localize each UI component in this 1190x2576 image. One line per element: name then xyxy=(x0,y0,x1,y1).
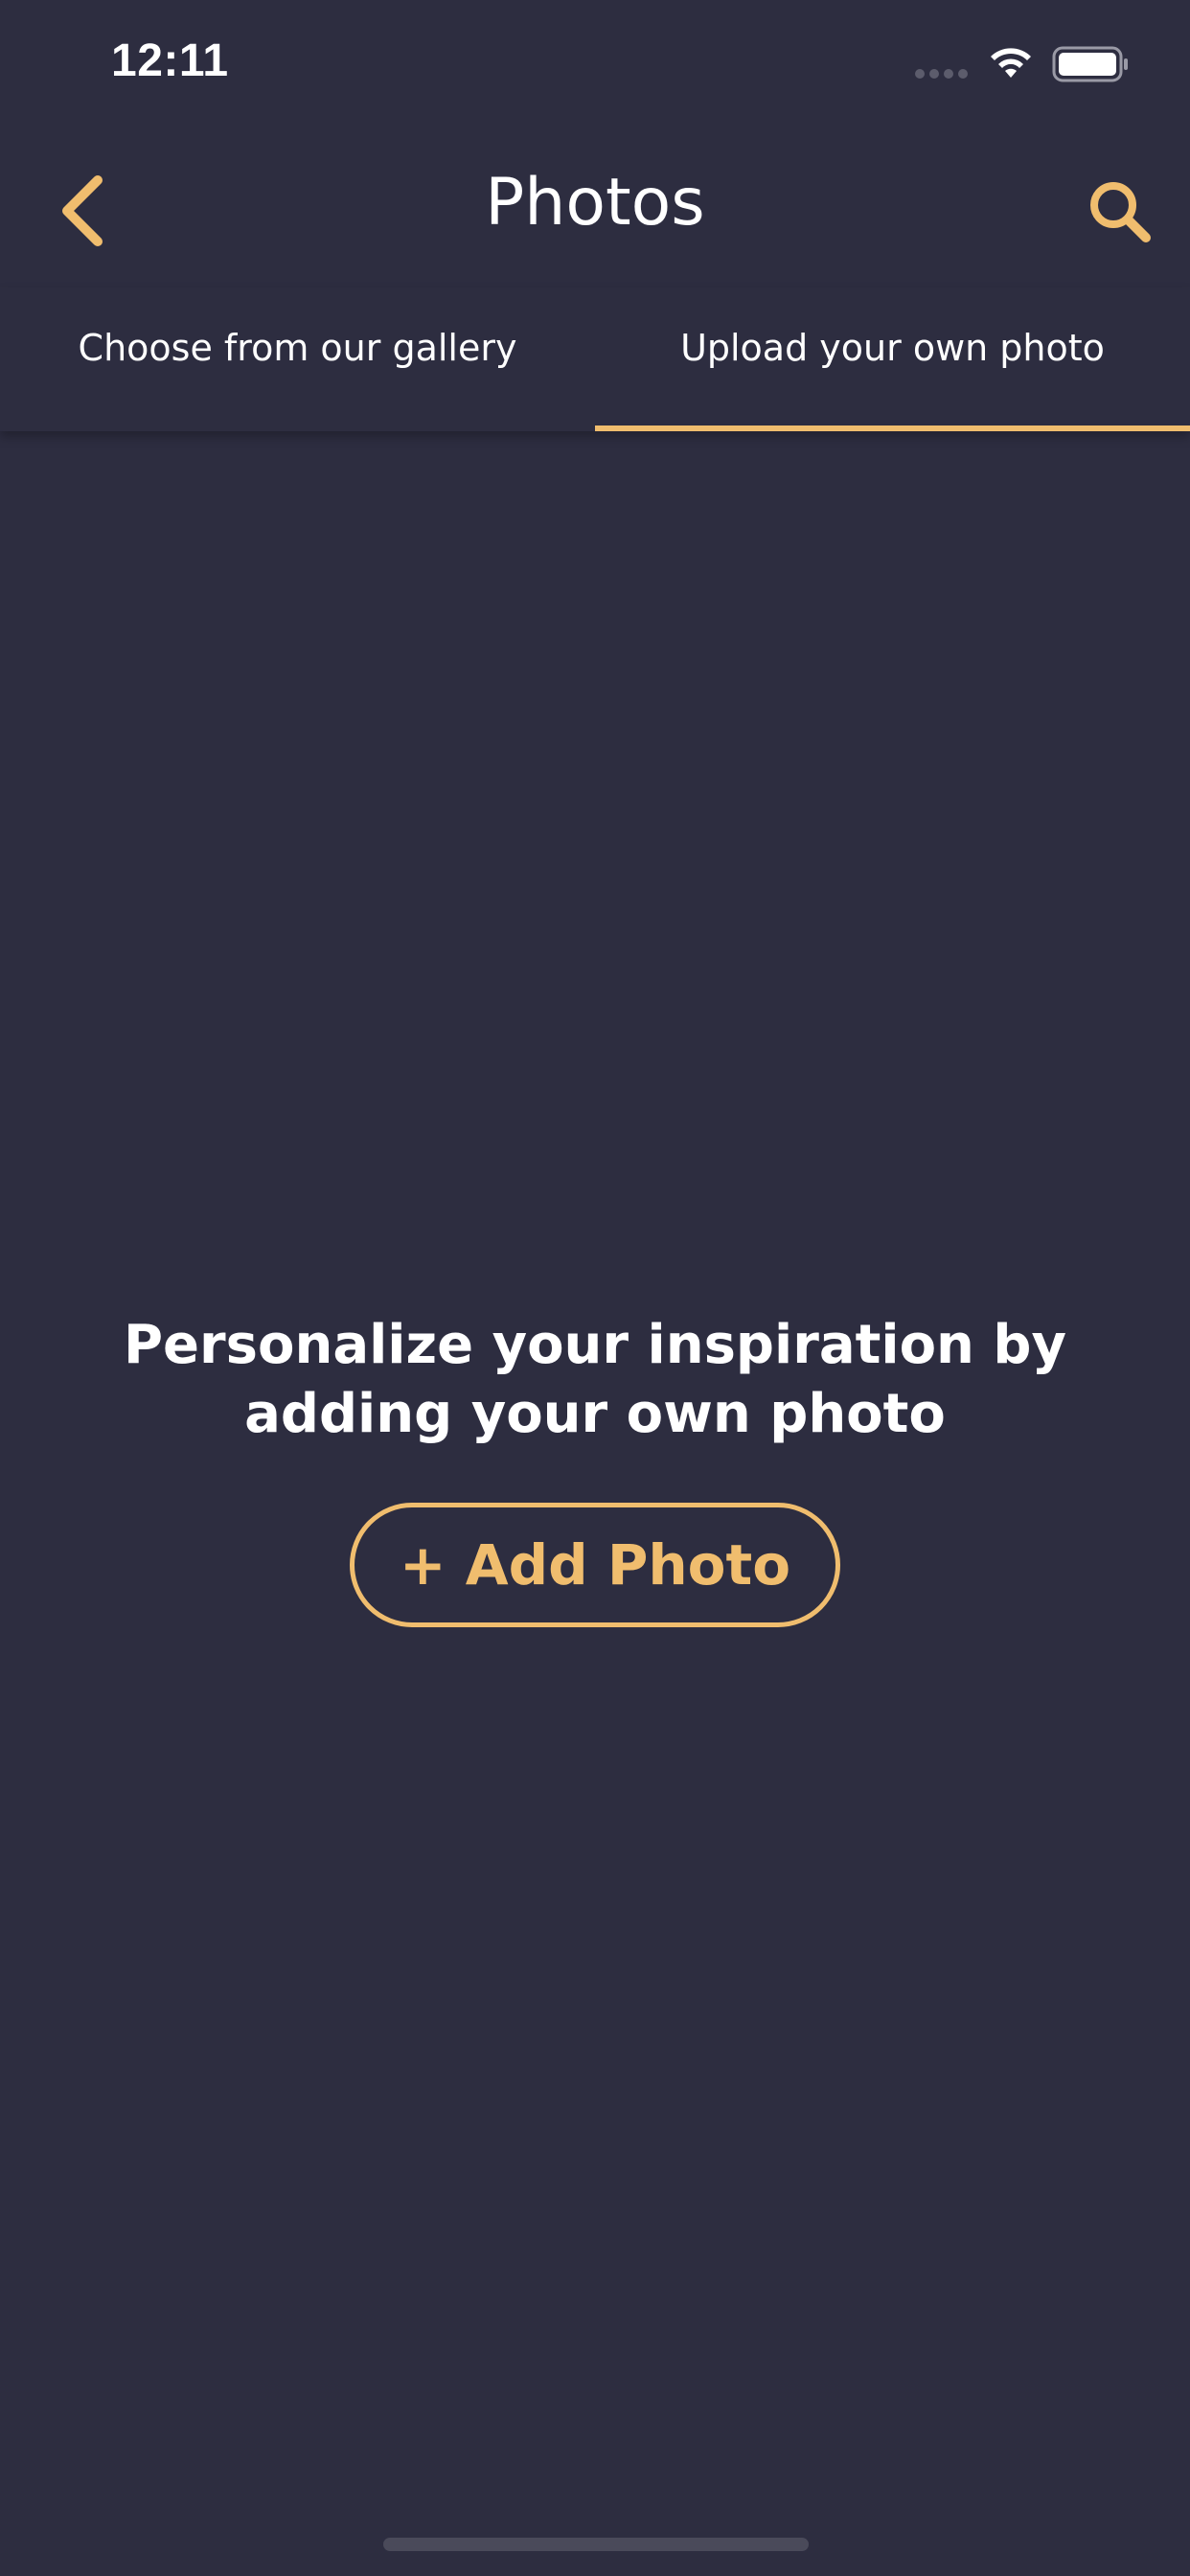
header: Photos xyxy=(0,134,1190,288)
search-icon xyxy=(1090,182,1151,242)
wifi-icon xyxy=(991,48,1031,78)
search-button[interactable] xyxy=(1079,171,1159,251)
empty-state-message: Personalize your inspiration by adding y… xyxy=(124,1314,1066,1445)
tab-choose-from-gallery[interactable]: Choose from our gallery xyxy=(0,288,595,431)
cellular-signal-icon xyxy=(915,69,968,79)
battery-icon xyxy=(1052,46,1128,82)
page-title: Photos xyxy=(485,165,705,241)
tab-upload-own-photo[interactable]: Upload your own photo xyxy=(595,288,1190,431)
status-time: 12:11 xyxy=(111,35,229,86)
home-indicator[interactable] xyxy=(383,2538,809,2551)
status-bar: 12:11 xyxy=(0,0,1190,134)
add-photo-button[interactable]: + Add Photo xyxy=(350,1503,840,1627)
tab-bar: Choose from our gallery Upload your own … xyxy=(0,288,1190,431)
